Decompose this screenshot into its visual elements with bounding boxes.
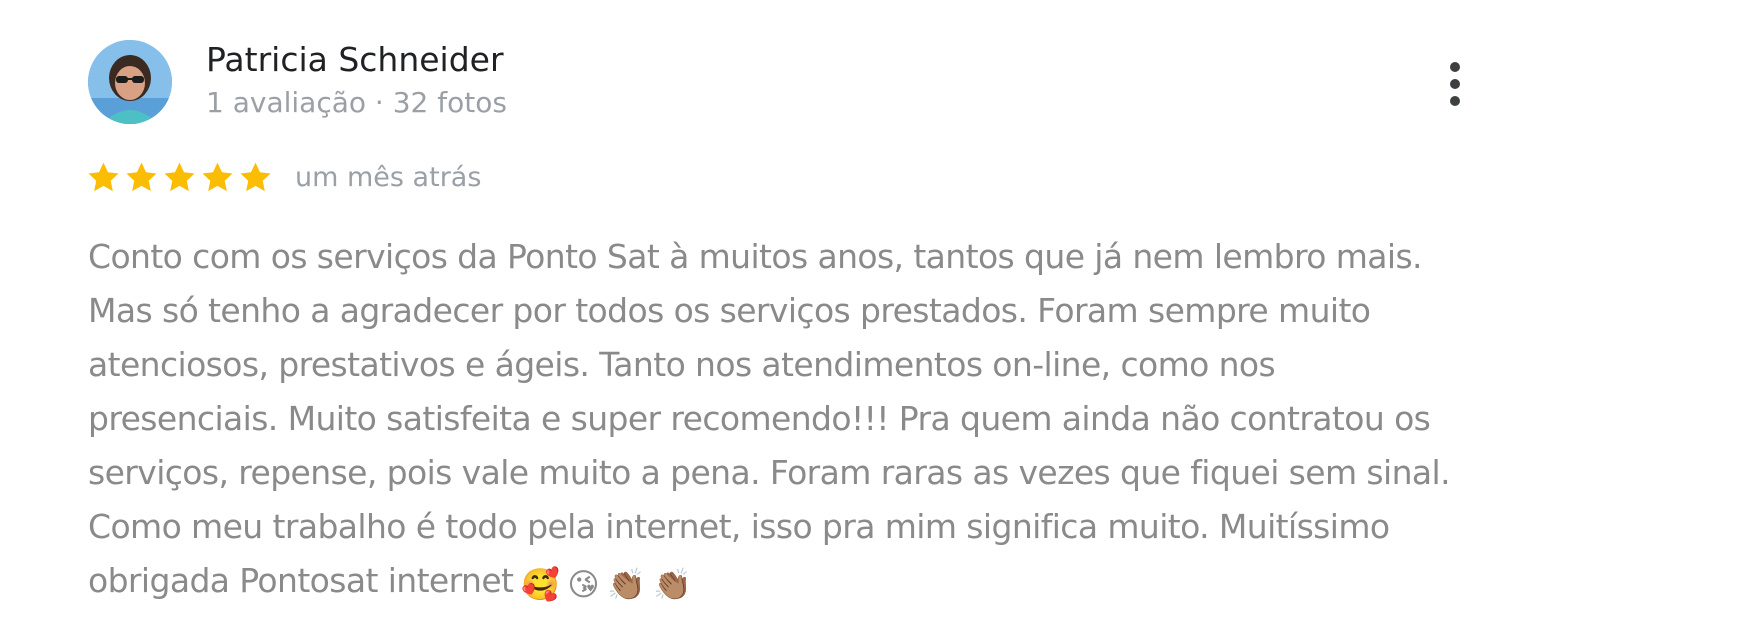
review-text-line: presenciais. Muito satisfeita e super re… — [88, 399, 1431, 438]
reviewer-avatar[interactable] — [88, 40, 172, 124]
star-rating — [86, 160, 273, 195]
review-text-last-line: obrigada Pontosat internet 🥰 😘 👏🏽 👏🏽 — [88, 554, 1488, 608]
more-vertical-icon-dot — [1450, 96, 1460, 106]
more-options-button[interactable] — [1430, 56, 1480, 112]
star-icon — [88, 162, 119, 191]
review-text-line: serviços, repense, pois vale muito a pen… — [88, 453, 1451, 492]
review-card: Patricia Schneider 1 avaliação · 32 foto… — [0, 0, 1753, 619]
reviewer-stats: 1 avaliação · 32 fotos — [206, 86, 507, 119]
more-vertical-icon — [1450, 62, 1460, 72]
star-icon — [202, 162, 233, 191]
clapping-hands-emoji: 👏🏽 — [653, 567, 692, 603]
review-text-line: obrigada Pontosat internet — [88, 561, 514, 600]
review-text-line: Mas só tenho a agradecer por todos os se… — [88, 291, 1371, 330]
review-text-line: Como meu trabalho é todo pela internet, … — [88, 507, 1390, 546]
review-text-line: Conto com os serviços da Ponto Sat à mui… — [88, 237, 1423, 276]
star-icon — [164, 162, 195, 191]
clapping-hands-emoji: 👏🏽 — [607, 567, 646, 603]
more-vertical-icon-dot — [1450, 79, 1460, 89]
smiling-face-with-hearts-emoji: 🥰 — [521, 567, 560, 603]
reviewer-name[interactable]: Patricia Schneider — [206, 38, 504, 82]
face-blowing-kiss-emoji: 😘 — [567, 567, 600, 603]
review-text-line: atenciosos, prestativos e ágeis. Tanto n… — [88, 345, 1276, 384]
review-text: Conto com os serviços da Ponto Sat à mui… — [88, 230, 1488, 608]
review-date: um mês atrás — [295, 161, 482, 193]
rating-row: um mês atrás — [86, 155, 481, 199]
star-icon — [240, 162, 271, 191]
star-icon — [126, 162, 157, 191]
